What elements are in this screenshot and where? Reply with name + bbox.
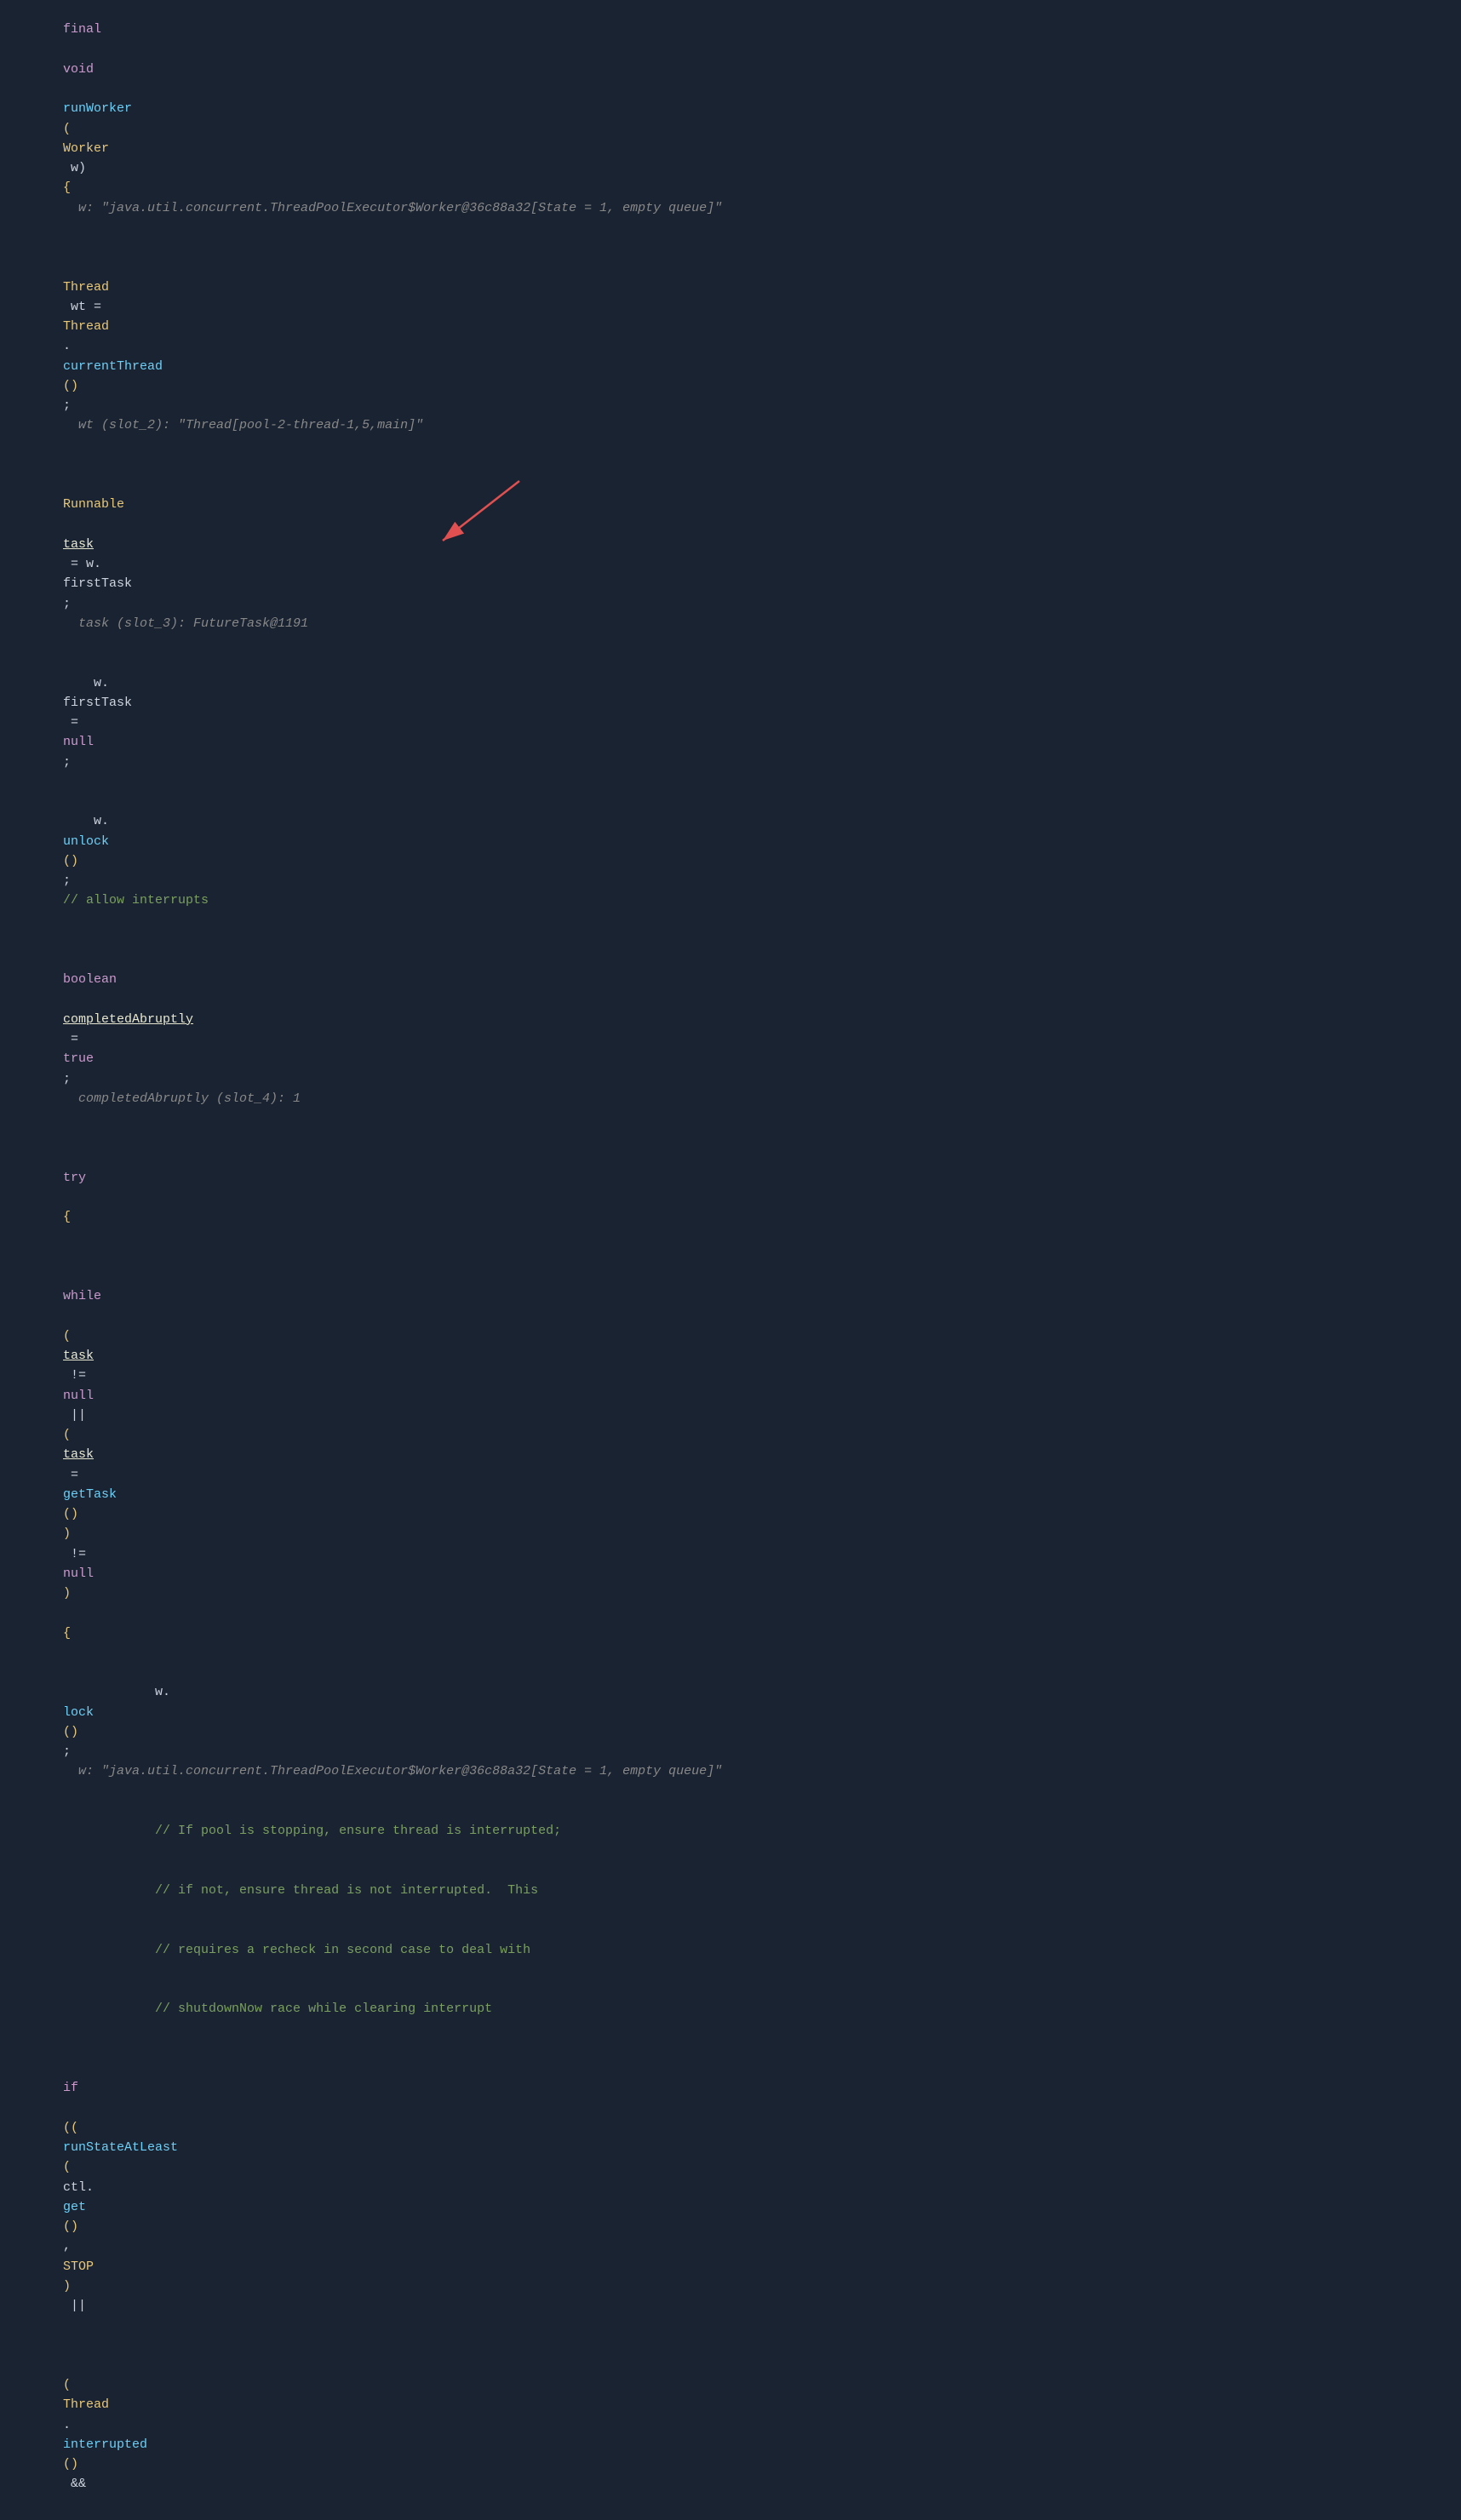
code-line-5: w. unlock () ; // allow interrupts	[0, 792, 1461, 931]
code-line-15: ( Thread . interrupted () &&	[0, 2336, 1461, 2514]
code-line-14: if (( runStateAtLeast ( ctl. get () , ST…	[0, 2039, 1461, 2336]
code-line-12: // requires a recheck in second case to …	[0, 1920, 1461, 1979]
code-line-2: Thread wt = Thread . currentThread () ; …	[0, 238, 1461, 455]
code-line-8: while ( task != null || ( task = getTask…	[0, 1247, 1461, 1663]
code-line-3: Runnable task = w. firstTask ; task (slo…	[0, 455, 1461, 654]
code-line-9: w. lock () ; w: "java.util.concurrent.Th…	[0, 1663, 1461, 1801]
code-line-4: w. firstTask = null ;	[0, 653, 1461, 792]
code-line-1: final void runWorker ( Worker w) { w: "j…	[0, 0, 1461, 238]
code-line-16: runStateAtLeast ( ctl. get () , STOP )) …	[0, 2514, 1461, 2520]
code-container: final void runWorker ( Worker w) { w: "j…	[0, 0, 1461, 2520]
code-line-10: // If pool is stopping, ensure thread is…	[0, 1801, 1461, 1861]
code-line-11: // if not, ensure thread is not interrup…	[0, 1861, 1461, 1921]
code-line-6: boolean completedAbruptly = true ; compl…	[0, 931, 1461, 1129]
code-line-7: try {	[0, 1128, 1461, 1247]
code-line-13: // shutdownNow race while clearing inter…	[0, 1979, 1461, 2039]
